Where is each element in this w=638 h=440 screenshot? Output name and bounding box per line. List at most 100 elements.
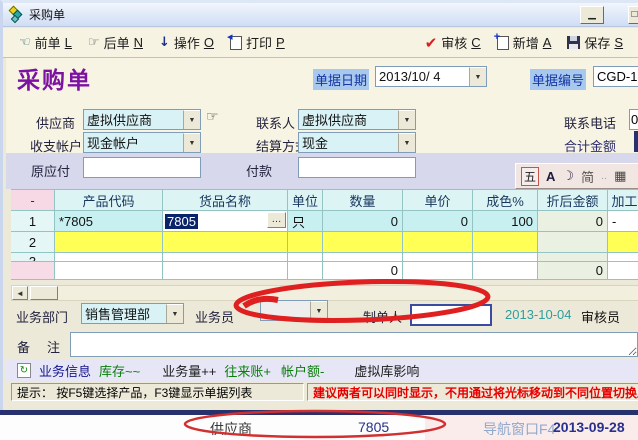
row3-price[interactable] xyxy=(403,253,473,262)
col-header-purity[interactable]: 成色% xyxy=(473,189,538,211)
audit-button[interactable]: ✔ 审核C xyxy=(425,33,481,52)
doc-date-label: 单据日期 xyxy=(313,69,369,90)
remark-label: 备 xyxy=(17,337,30,356)
row2-num[interactable]: 2 xyxy=(11,232,55,253)
dropdown-arrow-icon[interactable]: ▼ xyxy=(183,110,200,129)
row2-unit[interactable] xyxy=(288,232,323,253)
bottom-code-value: 7805 xyxy=(358,419,389,435)
minimize-button[interactable]: ▁ xyxy=(580,6,604,24)
col-header-fee[interactable]: 加工 xyxy=(608,189,638,211)
print-icon: ◂ xyxy=(230,36,242,50)
col-header-rownum[interactable]: - xyxy=(11,189,55,211)
row3-fee[interactable] xyxy=(608,253,638,262)
scrollbar-thumb[interactable] xyxy=(30,286,58,300)
row3-num[interactable]: 3 xyxy=(11,253,55,262)
row3-code[interactable] xyxy=(55,253,163,262)
bottom-date: 2013-09-28 xyxy=(553,419,625,435)
contact-combo[interactable]: 虚拟供应商 ▼ xyxy=(298,109,416,130)
supplier-lookup-icon[interactable]: ☞ xyxy=(206,109,219,125)
stock-link[interactable]: 库存~~ xyxy=(99,361,140,380)
scroll-left-arrow-icon[interactable]: ◄ xyxy=(12,286,28,300)
row3-purity[interactable] xyxy=(473,253,538,262)
ime-dots-icon[interactable]: ‥ xyxy=(601,171,607,182)
row2-code[interactable] xyxy=(55,232,163,253)
virtual-stock-link[interactable]: 虚拟库影响 xyxy=(354,361,419,380)
row3-amount[interactable] xyxy=(538,253,608,262)
row1-num[interactable]: 1 xyxy=(11,211,55,232)
row1-qty[interactable]: 0 xyxy=(323,211,403,232)
supplier-combo[interactable]: 虚拟供应商 ▼ xyxy=(83,109,201,130)
row1-amount[interactable]: 0 xyxy=(538,211,608,232)
lookup-ellipsis-button[interactable]: … xyxy=(267,212,286,228)
dropdown-arrow-icon[interactable]: ▼ xyxy=(469,67,486,86)
row2-fee[interactable] xyxy=(608,232,638,253)
nav-window-button[interactable]: 导航窗口F4 xyxy=(483,419,555,439)
total-amount-display xyxy=(634,131,638,152)
col-header-price[interactable]: 单价 xyxy=(403,189,473,211)
col-header-name[interactable]: 货品名称 xyxy=(163,189,288,211)
refresh-icon[interactable]: ↻ xyxy=(17,363,31,378)
row1-fee[interactable]: - xyxy=(608,211,638,232)
account-combo[interactable]: 现金帐户 ▼ xyxy=(83,132,201,153)
row1-code[interactable]: *7805 xyxy=(55,211,163,232)
dropdown-arrow-icon[interactable]: ▼ xyxy=(310,301,327,320)
col-header-unit[interactable]: 单位 xyxy=(288,189,323,211)
row2-amount[interactable] xyxy=(538,232,608,253)
row3-unit[interactable] xyxy=(288,253,323,262)
dropdown-arrow-icon[interactable]: ▼ xyxy=(166,304,183,323)
totals-qty: 0 xyxy=(323,262,403,280)
next-doc-button[interactable]: ☞ 后单N xyxy=(88,33,143,52)
ime-letter-icon[interactable]: A xyxy=(546,169,555,184)
grid-hscrollbar[interactable]: ◄ xyxy=(11,285,638,301)
ime-moon-icon[interactable]: ☽ xyxy=(562,168,574,184)
prev-doc-button[interactable]: ☜ 前单L xyxy=(19,33,72,52)
row2-purity[interactable] xyxy=(473,232,538,253)
new-button[interactable]: + 新增A xyxy=(497,33,552,52)
row1-unit[interactable]: 只 xyxy=(288,211,323,232)
accounts-link[interactable]: 往来账+ xyxy=(224,361,271,380)
doc-number-label: 单据编号 xyxy=(530,69,586,90)
print-button[interactable]: ◂ 打印P xyxy=(230,33,285,52)
status-hint: 提示： 按F5键选择产品，F3键显示单据列表 xyxy=(11,383,304,401)
maximize-button[interactable]: □ xyxy=(628,6,638,24)
clerk-combo[interactable]: ▼ xyxy=(260,300,328,321)
auditor-label: 审核员 xyxy=(581,307,620,326)
doc-date-combo[interactable]: 2013/10/ 4 ▼ xyxy=(375,66,487,87)
account-label: 收支帐户 xyxy=(30,136,82,155)
row1-purity[interactable]: 100 xyxy=(473,211,538,232)
ime-simplified-icon[interactable]: 简 xyxy=(581,167,594,186)
save-button[interactable]: 保存S xyxy=(567,33,623,52)
business-info-link[interactable]: 业务信息 xyxy=(39,361,91,380)
volume-link[interactable]: 业务量++ xyxy=(162,361,216,380)
settle-combo[interactable]: 现金 ▼ xyxy=(298,132,416,153)
payment-input[interactable] xyxy=(298,157,416,178)
row3-name[interactable] xyxy=(163,253,288,262)
clerk-label: 业务员 xyxy=(195,307,234,326)
col-header-qty[interactable]: 数量 xyxy=(323,189,403,211)
hand-left-icon: ☜ xyxy=(19,35,31,50)
doc-number-input[interactable] xyxy=(593,66,638,87)
remark-input[interactable] xyxy=(70,332,638,357)
row1-price[interactable]: 0 xyxy=(403,211,473,232)
dept-label: 业务部门 xyxy=(16,307,68,326)
maker-input[interactable] xyxy=(410,304,492,326)
row2-qty[interactable] xyxy=(323,232,403,253)
col-header-code[interactable]: 产品代码 xyxy=(55,189,163,211)
row2-price[interactable] xyxy=(403,232,473,253)
orig-payable-input[interactable] xyxy=(83,157,201,178)
dropdown-arrow-icon[interactable]: ▼ xyxy=(398,110,415,129)
window-title: 采购单 xyxy=(29,6,65,23)
dropdown-arrow-icon[interactable]: ▼ xyxy=(183,133,200,152)
row1-name-editor[interactable]: 7805 … xyxy=(163,211,288,232)
row3-qty[interactable] xyxy=(323,253,403,262)
balance-link[interactable]: 帐户额- xyxy=(281,361,324,380)
col-header-amount[interactable]: 折后金额 xyxy=(538,189,608,211)
phone-input[interactable] xyxy=(629,109,638,130)
ime-keyboard-icon[interactable]: ▦ xyxy=(614,168,626,184)
dropdown-arrow-icon[interactable]: ▼ xyxy=(398,133,415,152)
operate-button[interactable]: ↓ 操作O xyxy=(159,33,214,52)
dept-combo[interactable]: 销售管理部 ▼ xyxy=(81,303,184,324)
ime-mode-icon[interactable]: 五 xyxy=(521,167,539,186)
row2-name[interactable] xyxy=(163,232,288,253)
totals-purity xyxy=(473,262,538,280)
